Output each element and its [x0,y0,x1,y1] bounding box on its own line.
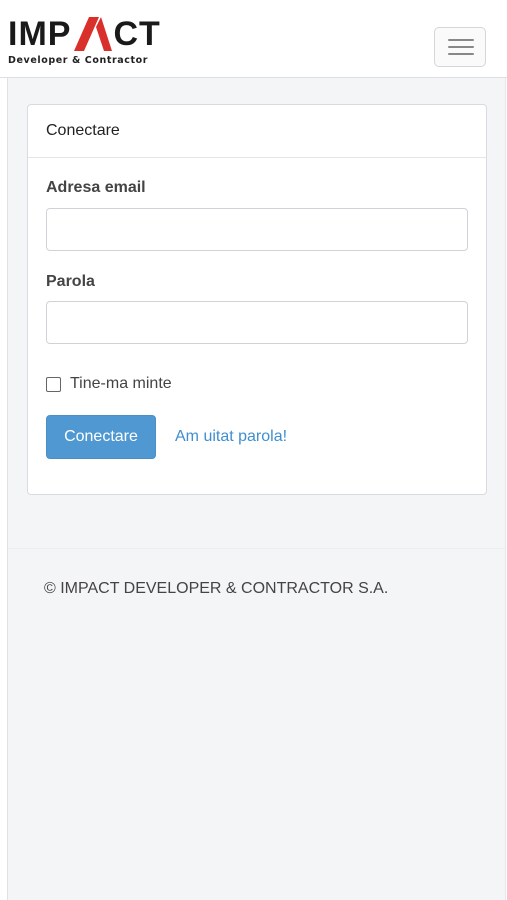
forgot-password-link[interactable]: Am uitat parola! [175,428,287,446]
remember-me-label: Tine-ma minte [70,375,172,392]
logo-text-right: CT [113,15,161,53]
email-label: Adresa email [46,179,146,196]
logo-tagline: Developer & Contractor [8,55,149,66]
password-field[interactable] [46,301,468,344]
login-card: Conectare Adresa email Parola Tine-ma mi… [27,104,487,495]
brand-logo[interactable]: IMP CT Developer & Contractor [8,14,161,70]
remember-me-option[interactable]: Tine-ma minte [46,375,172,393]
login-button[interactable]: Conectare [46,415,156,459]
hamburger-icon-bar [448,53,474,55]
menu-toggle-button[interactable] [434,27,486,67]
copyright-text: © IMPACT DEVELOPER & CONTRACTOR S.A. [44,580,389,597]
email-field[interactable] [46,208,468,251]
hamburger-icon-bar [448,46,474,48]
navbar: IMP CT Developer & Contractor [0,0,507,78]
footer: © IMPACT DEVELOPER & CONTRACTOR S.A. [8,548,505,900]
hamburger-icon-bar [448,39,474,41]
remember-me-checkbox[interactable] [46,376,61,392]
card-title: Conectare [28,105,486,158]
logo-a-mark-icon [74,17,113,51]
logo-wordmark: IMP CT [8,14,161,54]
password-label: Parola [46,273,95,290]
logo-text-left: IMP [8,15,72,53]
